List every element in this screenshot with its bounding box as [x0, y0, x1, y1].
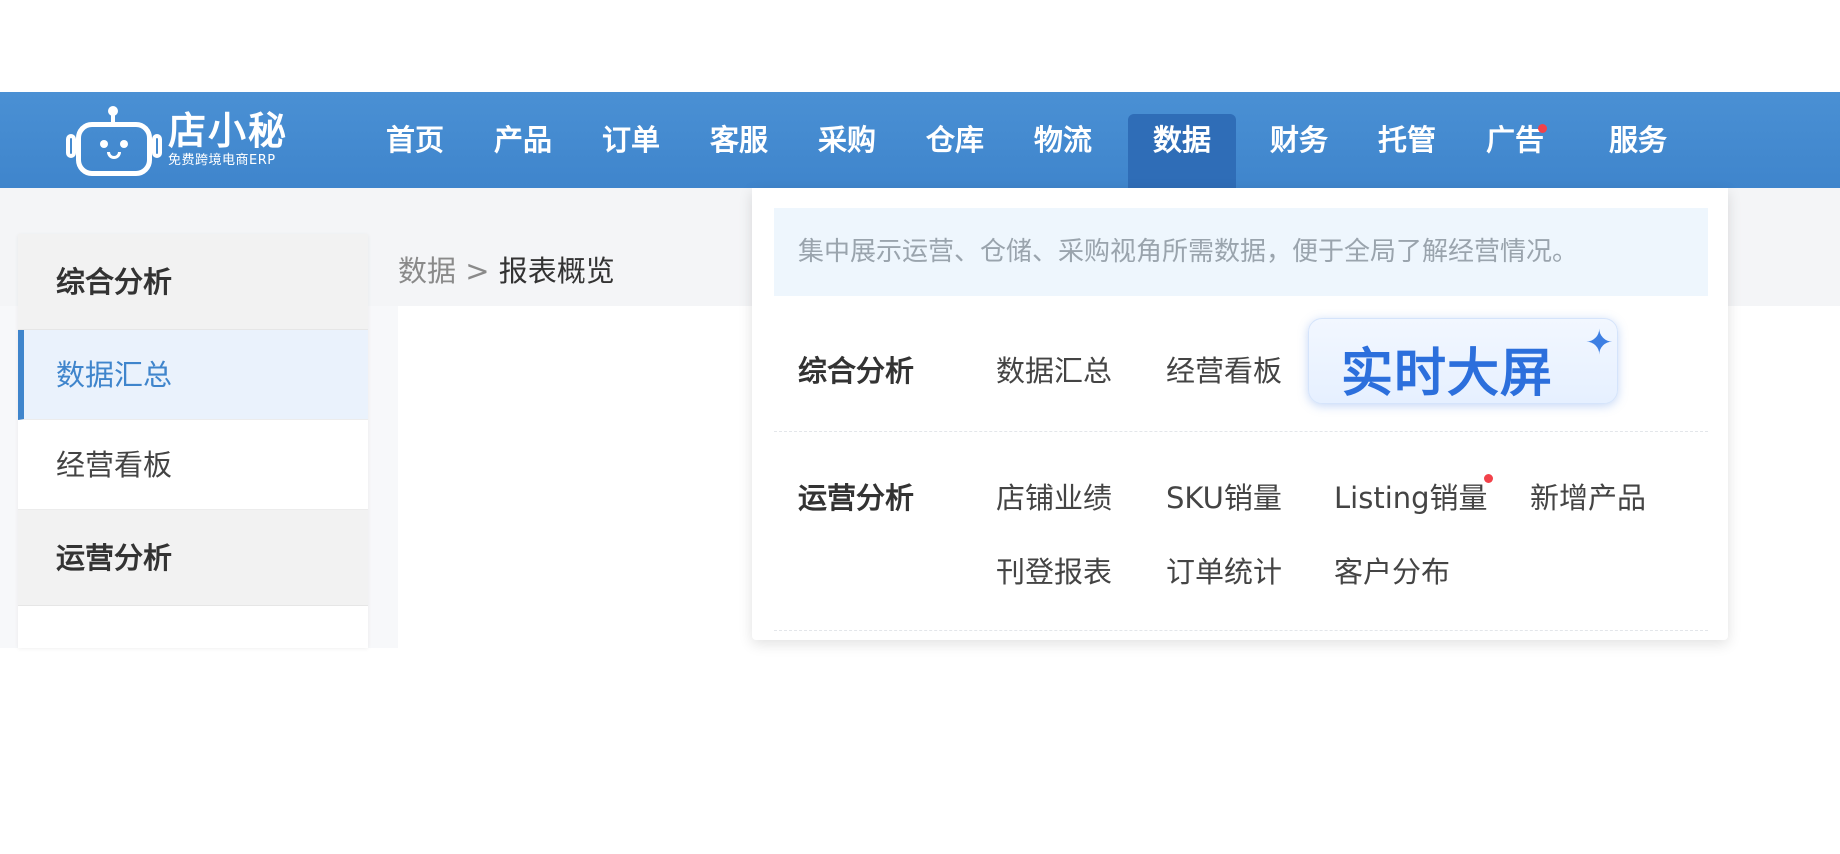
- dropdown-section-title-operations: 运营分析: [798, 481, 915, 515]
- ads-notification-dot: [1538, 124, 1547, 133]
- main-nav: 首页 产品 订单 客服 采购 仓库 物流 数据 财务 托管 广告 服务: [0, 92, 1840, 188]
- breadcrumb: 数据 > 报表概览: [398, 248, 615, 290]
- top-navigation-bar: 店小秘 免费跨境电商ERP 首页 产品 订单 客服 采购 仓库 物流 数据 财务…: [0, 92, 1840, 188]
- dropdown-link-listing-report[interactable]: 刊登报表: [996, 549, 1112, 591]
- dropdown-link-business-board[interactable]: 经营看板: [1166, 348, 1282, 390]
- dropdown-link-store-performance[interactable]: 店铺业绩: [996, 475, 1112, 517]
- nav-item-purchasing[interactable]: 采购: [810, 114, 884, 178]
- realtime-big-screen-button[interactable]: 实时大屏 ✦: [1308, 318, 1618, 404]
- sidebar: 综合分析 数据汇总 经营看板 运营分析: [18, 234, 368, 648]
- nav-item-warehouse[interactable]: 仓库: [918, 114, 992, 178]
- sidebar-item-business-board[interactable]: 经营看板: [18, 420, 368, 510]
- dropdown-link-new-products[interactable]: 新增产品: [1530, 475, 1646, 517]
- nav-item-orders[interactable]: 订单: [594, 114, 668, 178]
- dropdown-link-listing-sales[interactable]: Listing销量: [1334, 475, 1488, 517]
- listing-sales-notification-dot: [1484, 474, 1493, 483]
- nav-item-services[interactable]: 服务: [1598, 114, 1678, 178]
- nav-item-products[interactable]: 产品: [486, 114, 560, 178]
- breadcrumb-separator: >: [465, 254, 490, 288]
- sidebar-group-overall-analysis[interactable]: 综合分析: [18, 234, 368, 330]
- data-dropdown-menu: 集中展示运营、仓储、采购视角所需数据，便于全局了解经营情况。 综合分析 数据汇总…: [752, 188, 1728, 640]
- nav-item-hosting[interactable]: 托管: [1370, 114, 1444, 178]
- nav-item-home[interactable]: 首页: [378, 114, 452, 178]
- sidebar-group-operations-analysis[interactable]: 运营分析: [18, 510, 368, 606]
- dropdown-link-data-summary[interactable]: 数据汇总: [996, 348, 1112, 390]
- dropdown-link-sku-sales[interactable]: SKU销量: [1166, 475, 1282, 517]
- breadcrumb-current: 报表概览: [498, 254, 615, 288]
- dropdown-link-customer-distribution[interactable]: 客户分布: [1334, 549, 1450, 591]
- sparkle-icon: ✦: [1585, 323, 1614, 363]
- nav-item-finance[interactable]: 财务: [1262, 114, 1336, 178]
- breadcrumb-root[interactable]: 数据: [398, 254, 456, 288]
- dropdown-description: 集中展示运营、仓储、采购视角所需数据，便于全局了解经营情况。: [774, 208, 1708, 296]
- nav-item-customer-service[interactable]: 客服: [702, 114, 776, 178]
- nav-item-logistics[interactable]: 物流: [1026, 114, 1100, 178]
- dropdown-section-title-overall: 综合分析: [798, 354, 915, 388]
- dropdown-divider: [774, 431, 1708, 432]
- nav-item-data[interactable]: 数据: [1128, 114, 1236, 188]
- dropdown-link-order-statistics[interactable]: 订单统计: [1166, 549, 1282, 591]
- realtime-big-screen-label: 实时大屏: [1341, 344, 1554, 404]
- sidebar-item-data-summary[interactable]: 数据汇总: [18, 330, 368, 420]
- dropdown-bottom-divider: [774, 630, 1708, 631]
